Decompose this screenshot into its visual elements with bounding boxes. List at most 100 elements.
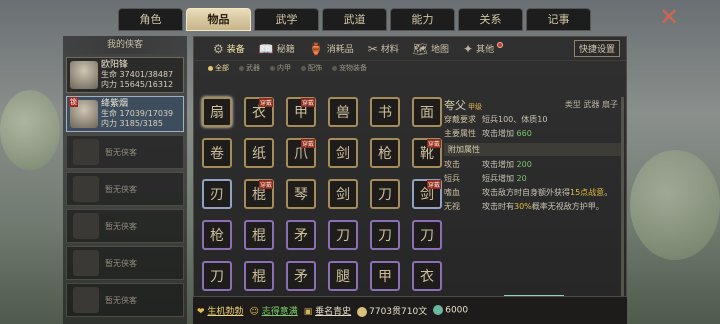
filter-label: 内甲 [277,64,291,72]
filter-radio [332,65,337,71]
category-tab-1[interactable]: 📖 秘籍 [254,42,300,56]
empty-portrait [73,287,99,313]
tab-3[interactable]: 武道 [322,8,387,31]
item-grade: 甲级 [468,103,482,111]
item-slot[interactable]: 刀 [328,220,358,250]
empty-hero-slot[interactable]: 暂无侠客 [66,246,184,280]
item-slot[interactable]: 甲穿戴 [286,97,316,127]
category-icon: ⚙ [213,41,224,56]
item-slot[interactable]: 枪 [370,138,400,168]
attribute-key: 攻击 [444,160,460,169]
item-slot[interactable]: 矛 [286,261,316,291]
item-slot[interactable]: 靴穿戴 [412,138,442,168]
empty-portrait [73,139,99,165]
jade-icon [433,305,444,316]
item-slot[interactable]: 剑穿戴 [412,179,442,209]
tab-0[interactable]: 角色 [118,8,183,31]
item-slot[interactable]: 刀 [370,179,400,209]
filter-1[interactable]: 武器 [239,63,260,73]
item-slot[interactable]: 枪 [202,220,232,250]
attribute-highlight: 20 [516,174,527,183]
hero-portrait [70,61,98,89]
empty-hero-slot[interactable]: 暂无侠客 [66,283,184,317]
item-slot[interactable]: 衣 [412,261,442,291]
item-slot[interactable]: 扇 [202,97,232,127]
item-icon: 剑 [336,146,350,162]
filter-radio [208,65,213,71]
coin-icon [357,306,368,317]
empty-hero-slot[interactable]: 暂无侠客 [66,135,184,169]
tab-4[interactable]: 能力 [390,8,455,31]
item-slot[interactable]: 刀 [202,261,232,291]
filter-label: 宠物装备 [339,64,367,72]
item-slot[interactable]: 刃 [202,179,232,209]
item-icon: 甲 [378,269,392,285]
money-display: 7703贯710文 [357,304,427,317]
item-slot[interactable]: 面 [412,97,442,127]
filter-3[interactable]: 配饰 [301,63,322,73]
category-tab-5[interactable]: ✦ 其他 [458,41,508,56]
lock-mark: 锁 [69,97,78,107]
tab-2[interactable]: 武学 [254,8,319,31]
main-attribute-row: 主要属性 攻击增加 660 [444,129,532,138]
item-slot[interactable]: 剑 [328,179,358,209]
attribute-text: 攻击敌方时自身额外获得 [482,188,570,197]
filter-0[interactable]: 全部 [208,63,229,73]
empty-hero-slot[interactable]: 暂无侠客 [66,172,184,206]
hp-value: 37401/38487 [119,70,174,79]
item-slot[interactable]: 衣穿戴 [244,97,274,127]
item-slot[interactable]: 棍 [244,220,274,250]
category-tab-3[interactable]: ✂ 材料 [363,42,404,56]
item-slot[interactable]: 棍穿戴 [244,179,274,209]
item-slot[interactable]: 书 [370,97,400,127]
vitality-status[interactable]: ❤ 生机勃勃 [197,304,243,317]
hero-card[interactable]: 绛紫烟 生命 17039/17039 内力 3185/3185 锁 [66,96,184,132]
mp-value: 3185/3185 [119,119,163,128]
equipped-badge: 穿戴 [426,180,441,189]
inventory-panel: ⚙ 装备 📖 秘籍 🏺 消耗品 ✂ 材料 🗺 地图 ✦ 其他 快捷设置 全部 武器 内甲 配饰 宠物装备 扇衣… [193,36,627,324]
tab-5[interactable]: 关系 [458,8,523,31]
item-slot[interactable]: 爪穿戴 [286,138,316,168]
item-slot[interactable]: 剑 [328,138,358,168]
item-icon: 刃 [210,187,224,203]
item-slot[interactable]: 琴 [286,179,316,209]
tab-1[interactable]: 物品 [186,8,251,31]
category-icon: 🏺 [308,41,324,56]
category-tab-4[interactable]: 🗺 地图 [408,42,454,56]
hp-label: 生命 [101,109,117,118]
item-slot[interactable]: 腿 [328,261,358,291]
item-icon: 面 [420,105,434,121]
item-slot[interactable]: 甲 [370,261,400,291]
hero-info: 绛紫烟 生命 17039/17039 内力 3185/3185 [101,99,183,129]
filter-2[interactable]: 内甲 [270,63,291,73]
attribute-value: 攻击增加 200 [482,158,622,172]
mood-status[interactable]: ☺ 志得意满 [249,304,297,317]
item-slot[interactable]: 刀 [370,220,400,250]
item-type: 类型 武器 扇子 [564,100,618,109]
equipped-badge: 穿戴 [258,180,273,189]
category-label: 装备 [226,45,245,55]
item-icon: 矛 [294,269,308,285]
item-slot[interactable]: 刀 [412,220,442,250]
quick-settings-button[interactable]: 快捷设置 [573,40,620,57]
tab-6[interactable]: 记事 [526,8,591,31]
empty-portrait [73,213,99,239]
filter-4[interactable]: 宠物装备 [332,63,367,73]
item-icon: 刀 [210,269,224,285]
category-tab-2[interactable]: 🏺 消耗品 [304,42,359,56]
attribute-tail: 。 [604,188,613,197]
item-slot[interactable]: 卷 [202,138,232,168]
category-label: 其他 [476,45,495,55]
hero-card[interactable]: 欧阳锋 生命 37401/38487 内力 15645/16312 [66,57,184,93]
item-slot[interactable]: 棍 [244,261,274,291]
item-slot[interactable]: 矛 [286,220,316,250]
close-icon[interactable]: ✕ [657,5,681,30]
fame-status[interactable]: ▣ 垂名青史 [304,304,351,317]
item-slot[interactable]: 兽 [328,97,358,127]
category-tab-0[interactable]: ⚙ 装备 [208,42,250,56]
extra-attributes-header: 附加属性 [444,143,622,156]
category-icon: ✂ [367,41,378,56]
item-slot[interactable]: 纸 [244,138,274,168]
empty-hero-slot[interactable]: 暂无侠客 [66,209,184,243]
detail-scrollbar[interactable] [621,97,624,317]
